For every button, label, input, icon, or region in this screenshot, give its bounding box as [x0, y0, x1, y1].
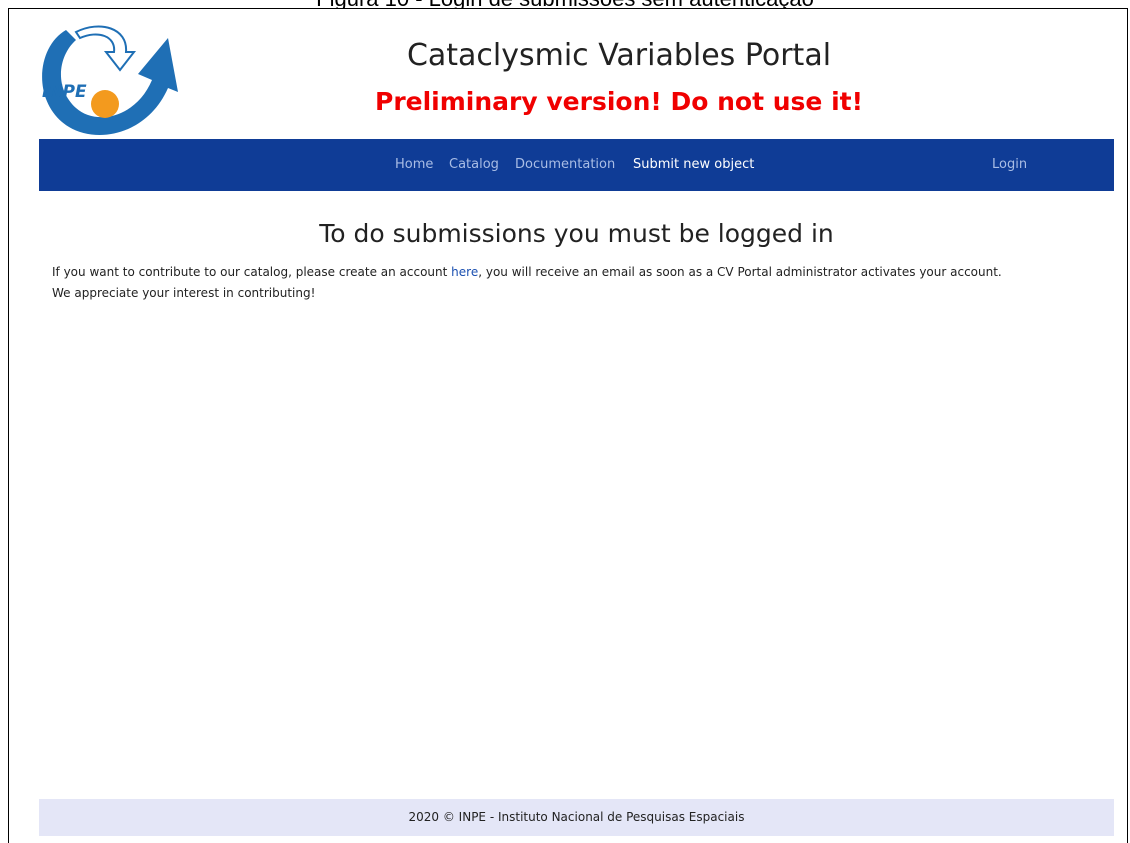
- nav-documentation[interactable]: Documentation: [515, 139, 615, 191]
- site-title: Cataclysmic Variables Portal: [406, 38, 832, 73]
- login-required-message: If you want to contribute to our catalog…: [52, 262, 1122, 304]
- message-appreciation: We appreciate your interest in contribut…: [52, 286, 316, 300]
- footer-copyright: 2020 © INPE - Instituto Nacional de Pesq…: [408, 810, 745, 824]
- logo-text: INPE: [42, 82, 87, 102]
- nav-catalog[interactable]: Catalog: [449, 139, 499, 191]
- message-text-after-link: , you will receive an email as soon as a…: [478, 265, 1002, 279]
- browser-page: INPE Cataclysmic Variables Portal Prelim…: [8, 8, 1128, 843]
- nav-home[interactable]: Home: [395, 139, 433, 191]
- top-navbar: Home Catalog Documentation Submit new ob…: [39, 139, 1114, 191]
- message-text-before-link: If you want to contribute to our catalog…: [52, 265, 452, 279]
- nav-login[interactable]: Login: [992, 139, 1027, 191]
- inpe-logo[interactable]: INPE: [36, 18, 188, 145]
- preliminary-warning: Preliminary version! Do not use it!: [375, 87, 863, 116]
- page-heading: To do submissions you must be logged in: [319, 219, 834, 248]
- create-account-link[interactable]: here: [451, 265, 478, 279]
- footer: 2020 © INPE - Instituto Nacional de Pesq…: [39, 799, 1114, 836]
- nav-submit-new-object[interactable]: Submit new object: [633, 139, 754, 191]
